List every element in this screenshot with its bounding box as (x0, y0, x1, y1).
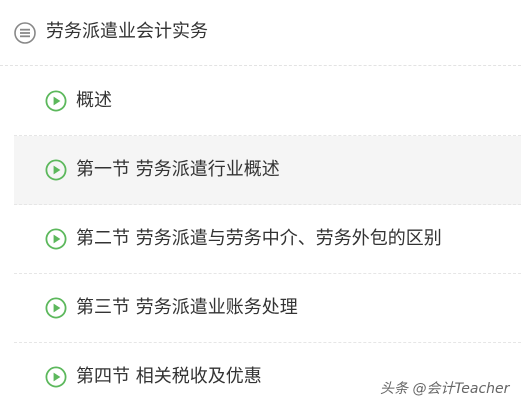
course-header[interactable]: 劳务派遣业会计实务 (0, 0, 521, 66)
chapter-label: 概述 (76, 90, 112, 111)
menu-list-icon (14, 22, 36, 44)
course-catalog: 劳务派遣业会计实务 概述 第一节 劳务派遣行业概述 第二节 劳务派遣与劳务中介、… (0, 0, 521, 409)
chapter-label: 第二节 劳务派遣与劳务中介、劳务外包的区别 (76, 228, 442, 249)
chapter-list: 概述 第一节 劳务派遣行业概述 第二节 劳务派遣与劳务中介、劳务外包的区别 第三… (14, 67, 521, 409)
play-circle-icon (45, 159, 67, 181)
chapter-item-section-2[interactable]: 第二节 劳务派遣与劳务中介、劳务外包的区别 (14, 205, 521, 274)
chapter-item-overview[interactable]: 概述 (14, 67, 521, 136)
chapter-label: 第一节 劳务派遣行业概述 (76, 159, 280, 180)
chapter-item-section-3[interactable]: 第三节 劳务派遣业账务处理 (14, 274, 521, 343)
play-circle-icon (45, 297, 67, 319)
chapter-label: 第四节 相关税收及优惠 (76, 366, 262, 387)
course-title: 劳务派遣业会计实务 (46, 21, 208, 42)
chapter-item-section-4[interactable]: 第四节 相关税收及优惠 (14, 343, 521, 409)
play-circle-icon (45, 90, 67, 112)
chapter-label: 第三节 劳务派遣业账务处理 (76, 297, 298, 318)
play-circle-icon (45, 366, 67, 388)
play-circle-icon (45, 228, 67, 250)
watermark-text: 头条 @会计Teacher (380, 381, 510, 397)
chapter-item-section-1[interactable]: 第一节 劳务派遣行业概述 (14, 136, 521, 205)
